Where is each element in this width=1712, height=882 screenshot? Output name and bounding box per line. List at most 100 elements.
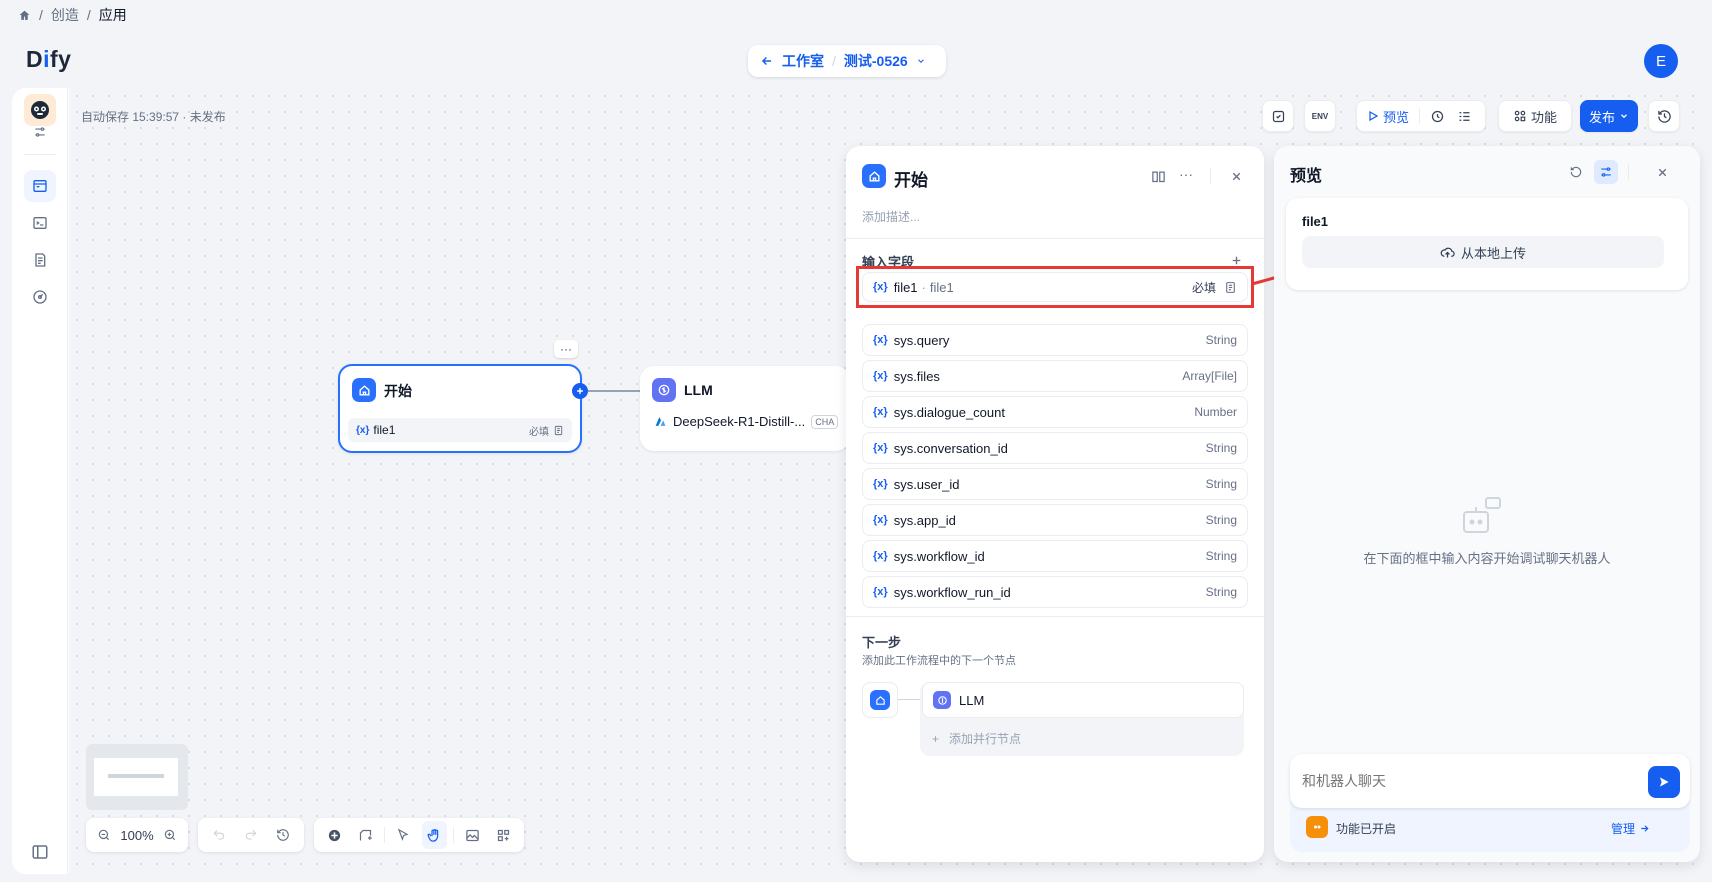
workspace-nav: 工作室 / 测试-0526 xyxy=(748,45,946,77)
close-icon[interactable] xyxy=(1652,162,1672,182)
user-avatar[interactable]: E xyxy=(1644,44,1678,78)
env-button[interactable]: ENV xyxy=(1304,100,1336,132)
sidebar-orchestrate-icon[interactable] xyxy=(24,170,56,202)
llm-icon xyxy=(933,691,951,709)
chat-input[interactable] xyxy=(1302,766,1622,796)
history-icon[interactable] xyxy=(270,821,296,849)
app-name-dropdown[interactable]: 测试-0526 xyxy=(844,51,908,71)
add-note-icon[interactable] xyxy=(353,821,378,849)
publish-button[interactable]: 发布 xyxy=(1580,100,1638,132)
chevron-down-icon[interactable] xyxy=(916,56,926,66)
breadcrumb-app: 应用 xyxy=(98,7,127,23)
zoom-in-icon[interactable] xyxy=(160,821,180,849)
sys-var-row: {x} sys.workflow_run_id String xyxy=(862,576,1248,608)
add-node-handle-icon[interactable] xyxy=(572,383,588,399)
chatbot-placeholder-icon xyxy=(1460,494,1504,538)
sys-var-row: {x} sys.dialogue_count Number xyxy=(862,396,1248,428)
hand-icon[interactable] xyxy=(421,821,448,849)
start-node-field: {x} file1 必填 xyxy=(348,418,572,442)
home-icon xyxy=(862,164,886,188)
next-step-source xyxy=(862,682,898,718)
preview-panel: 预览 file1 从本地上传 在下面的框中输入内容开始调试聊天机器人 功能已开启… xyxy=(1274,146,1700,862)
sys-var-row: {x} sys.query String xyxy=(862,324,1248,356)
checklist-icon xyxy=(1272,110,1284,122)
version-history-button[interactable] xyxy=(1648,100,1680,132)
book-icon[interactable] xyxy=(1148,166,1168,186)
breadcrumb: / 创造 / 应用 xyxy=(18,6,127,24)
chevron-down-icon xyxy=(1621,114,1627,119)
sidebar-collapse-icon[interactable] xyxy=(24,836,56,868)
arrow-left-icon[interactable] xyxy=(760,54,774,68)
export-image-icon[interactable] xyxy=(460,821,485,849)
features-button[interactable]: 功能 xyxy=(1498,100,1572,132)
features-icon xyxy=(1514,110,1526,122)
sidebar-logs-icon[interactable] xyxy=(24,244,56,276)
llm-model: DeepSeek-R1-Distill-... CHA xyxy=(654,414,839,429)
refresh-icon[interactable] xyxy=(1566,162,1586,182)
sys-var-row: {x} sys.user_id String xyxy=(862,468,1248,500)
dify-logo[interactable]: Dify xyxy=(26,46,71,73)
sys-var-row: {x} sys.workflow_id String xyxy=(862,540,1248,572)
start-node-panel: 开始 ··· 添加描述... 输入字段 {x} file1 · file1 必填… xyxy=(846,146,1264,862)
start-node[interactable]: 开始 {x} file1 必填 xyxy=(338,364,582,453)
play-icon[interactable] xyxy=(1367,110,1379,122)
input-form-card: file1 从本地上传 xyxy=(1286,198,1688,290)
sidebar-monitor-icon[interactable] xyxy=(24,281,56,313)
llm-node[interactable]: LLM DeepSeek-R1-Distill-... CHA xyxy=(640,366,850,451)
send-button[interactable] xyxy=(1648,766,1680,798)
history-controls xyxy=(198,818,304,852)
next-node-llm[interactable]: LLM xyxy=(922,682,1244,718)
left-sidebar xyxy=(12,88,68,874)
input-field-file1[interactable]: {x} file1 · file1 必填 xyxy=(862,272,1248,302)
list-icon[interactable] xyxy=(1457,109,1472,124)
home-icon[interactable] xyxy=(18,9,31,22)
manage-features-link[interactable]: 管理 xyxy=(1611,820,1650,837)
organize-icon[interactable] xyxy=(491,821,516,849)
start-node-title: 开始 xyxy=(384,383,412,399)
preview-button[interactable]: 预览 xyxy=(1383,107,1409,126)
file-label: file1 xyxy=(1302,214,1329,229)
zoom-level[interactable]: 100% xyxy=(120,828,153,843)
empty-hint: 在下面的框中输入内容开始调试聊天机器人 xyxy=(1363,551,1611,566)
node-more-icon[interactable]: ··· xyxy=(554,340,578,358)
close-icon[interactable] xyxy=(1226,166,1246,186)
undo-icon[interactable] xyxy=(206,821,232,849)
variables-toggle-icon[interactable] xyxy=(1594,160,1618,184)
zoom-out-icon[interactable] xyxy=(94,821,114,849)
sys-var-row: {x} sys.conversation_id String xyxy=(862,432,1248,464)
add-parallel-node-button[interactable]: + 添加并行节点 xyxy=(932,730,1021,747)
pointer-icon[interactable] xyxy=(391,821,416,849)
history-icon xyxy=(1657,109,1671,123)
upload-local-button[interactable]: 从本地上传 xyxy=(1302,236,1664,268)
cloud-upload-icon xyxy=(1440,247,1455,257)
edge-start-llm xyxy=(588,390,640,392)
file-icon xyxy=(1226,281,1235,293)
minimap[interactable] xyxy=(86,744,188,810)
autosave-status: 自动保存 15:39:57 · 未发布 xyxy=(81,110,226,124)
features-enabled-icon xyxy=(1306,816,1328,838)
more-icon[interactable]: ··· xyxy=(1176,164,1196,184)
redo-icon[interactable] xyxy=(238,821,264,849)
chat-input-box xyxy=(1290,754,1690,808)
file-icon xyxy=(554,425,563,435)
next-step-title: 下一步 xyxy=(862,635,902,650)
llm-node-title: LLM xyxy=(684,382,713,398)
sys-var-row: {x} sys.app_id String xyxy=(862,504,1248,536)
breadcrumb-create[interactable]: 创造 xyxy=(51,5,79,25)
run-history-icon[interactable] xyxy=(1430,109,1445,124)
home-icon xyxy=(352,378,376,402)
send-icon xyxy=(1659,777,1669,787)
sidebar-api-icon[interactable] xyxy=(24,207,56,239)
checklist-button[interactable] xyxy=(1262,100,1294,132)
back-to-studio-link[interactable]: 工作室 xyxy=(782,51,824,71)
features-enabled-label: 功能已开启 xyxy=(1336,822,1397,836)
settings-sliders-icon[interactable] xyxy=(24,116,56,148)
description-input[interactable]: 添加描述... xyxy=(862,208,920,225)
home-icon xyxy=(870,690,890,710)
llm-icon xyxy=(652,378,676,402)
arrow-right-icon xyxy=(1641,825,1649,832)
add-node-icon[interactable] xyxy=(322,821,347,849)
zoom-controls: 100% xyxy=(86,818,188,852)
next-step-description: 添加此工作流程中的下一个节点 xyxy=(862,655,1016,667)
panel-title[interactable]: 开始 xyxy=(894,166,928,191)
